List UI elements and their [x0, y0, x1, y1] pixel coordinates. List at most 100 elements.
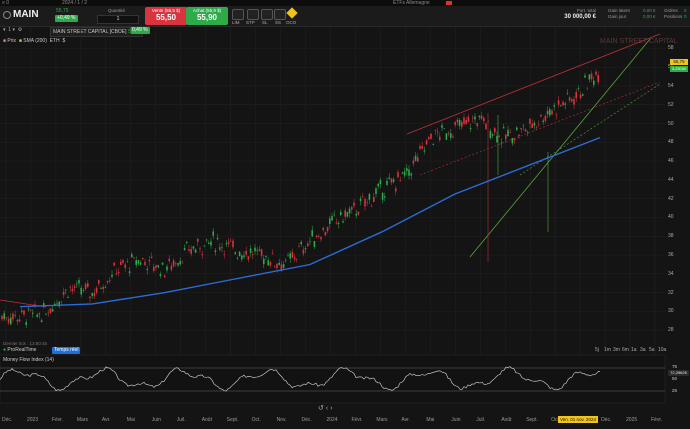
- candle-body: [568, 97, 571, 101]
- candle-body: [322, 227, 324, 231]
- chart-area[interactable]: ▾ 1 ▾ ⚙ MAIN STREET CAPITAL [CBOE] 55,75…: [0, 27, 690, 429]
- candle-body: [542, 120, 544, 122]
- zoom-1m[interactable]: 1m: [604, 347, 611, 353]
- mfi-panel[interactable]: [0, 354, 666, 404]
- candle-body: [362, 196, 364, 198]
- candle-body: [179, 260, 181, 265]
- candle-body: [421, 146, 423, 149]
- candle-body: [326, 227, 329, 232]
- order-ss-icon[interactable]: [274, 9, 286, 20]
- candle-body: [522, 125, 525, 127]
- candle-body: [32, 312, 34, 314]
- candle-body: [133, 257, 135, 259]
- candle-body: [230, 240, 232, 242]
- positions-label[interactable]: Positions: [664, 14, 682, 19]
- x-tick-label: Avr.: [101, 417, 111, 423]
- zoom-3m[interactable]: 3m: [613, 347, 620, 353]
- candle-body: [190, 249, 192, 254]
- trend-line-steep[interactable]: [469, 38, 651, 258]
- candle-body: [549, 109, 551, 116]
- candle-body: [531, 123, 533, 128]
- candle-body: [210, 241, 212, 246]
- x-tick-label: Août: [501, 417, 512, 423]
- zoom-3a[interactable]: 3a: [640, 347, 646, 353]
- candle-body: [269, 262, 272, 266]
- x-tick-label: Mai: [126, 417, 135, 423]
- qty-label: Quantité: [108, 8, 126, 13]
- mfi-label-25: 25: [672, 388, 678, 393]
- channel-upper-line[interactable]: [406, 33, 661, 135]
- y-tick-label: 58: [668, 45, 674, 52]
- y-tick-label: 44: [668, 176, 674, 183]
- candle-body: [177, 263, 179, 266]
- candle-body: [34, 304, 36, 305]
- zoom-5j[interactable]: 5j: [595, 347, 599, 353]
- order-sl-icon[interactable]: [261, 9, 273, 20]
- qty-input[interactable]: 1: [97, 15, 139, 24]
- order-stp-icon[interactable]: [247, 9, 259, 20]
- candle-body: [540, 114, 542, 117]
- candle-body: [346, 212, 349, 217]
- candle-body: [452, 136, 454, 138]
- x-tick-label: Nov.: [276, 417, 287, 423]
- gain-latent-label: Gain latent: [608, 8, 630, 13]
- candle-body: [139, 262, 142, 265]
- candle-body: [575, 92, 577, 99]
- candle-body: [161, 262, 164, 265]
- order-type-ss: SS: [275, 20, 282, 25]
- candle-body: [153, 266, 155, 271]
- zoom-1a[interactable]: 1a: [631, 347, 637, 353]
- candle-body: [538, 124, 540, 126]
- candle-body: [175, 262, 177, 264]
- candle-body: [348, 208, 351, 214]
- order-type-stp: STP: [246, 20, 255, 25]
- order-lim-icon[interactable]: [232, 9, 244, 20]
- candle-body: [379, 180, 382, 185]
- mfi-title[interactable]: Money Flow Index (14): [3, 357, 54, 363]
- candle-body: [485, 123, 487, 130]
- candle-body: [120, 261, 122, 265]
- candle-body: [505, 134, 507, 140]
- candle-body: [227, 241, 230, 244]
- candle-body: [155, 265, 157, 268]
- price-chart-svg[interactable]: [0, 27, 690, 429]
- candle-body: [373, 196, 375, 203]
- candle-body: [553, 105, 555, 107]
- candle-body: [91, 293, 93, 296]
- candle-body: [518, 134, 520, 137]
- candle-body: [236, 257, 239, 259]
- candle-body: [274, 266, 276, 267]
- symbol-label[interactable]: MAIN: [13, 9, 39, 20]
- candle-body: [104, 286, 107, 289]
- candle-body: [181, 262, 184, 264]
- candle-body: [425, 140, 428, 145]
- candle-body: [117, 271, 120, 274]
- candle-body: [67, 296, 69, 298]
- orders-label[interactable]: Ordres: [664, 8, 678, 13]
- candle-body: [329, 218, 331, 224]
- candle-body: [62, 291, 65, 295]
- zoom-6m[interactable]: 6m: [622, 347, 629, 353]
- candle-body: [296, 259, 298, 261]
- candle-body: [150, 256, 153, 259]
- candle-body: [500, 142, 503, 144]
- order-oco-icon[interactable]: [286, 7, 298, 19]
- candle-body: [82, 290, 85, 291]
- buy-button[interactable]: Achat (55,9 $) 55,90: [186, 7, 228, 25]
- candle-body: [247, 256, 250, 260]
- candle-body: [3, 313, 5, 320]
- candle-body: [192, 246, 195, 249]
- search-icon[interactable]: [3, 11, 11, 19]
- last-price: 55,75: [56, 8, 69, 14]
- playback-controls[interactable]: ↺ ‹ ›: [318, 404, 332, 412]
- x-tick-label: 2024: [326, 417, 338, 423]
- zoom-5a[interactable]: 5a: [649, 347, 655, 353]
- candle-body: [408, 169, 410, 176]
- candle-body: [225, 243, 228, 245]
- candle-body: [483, 117, 485, 122]
- zoom-10a[interactable]: 10a: [658, 347, 666, 353]
- candle-body: [443, 128, 445, 129]
- x-tick-label: Août: [201, 417, 212, 423]
- sell-button[interactable]: Vente (55,5 $) 55,50: [145, 7, 187, 25]
- candle-body: [529, 118, 531, 124]
